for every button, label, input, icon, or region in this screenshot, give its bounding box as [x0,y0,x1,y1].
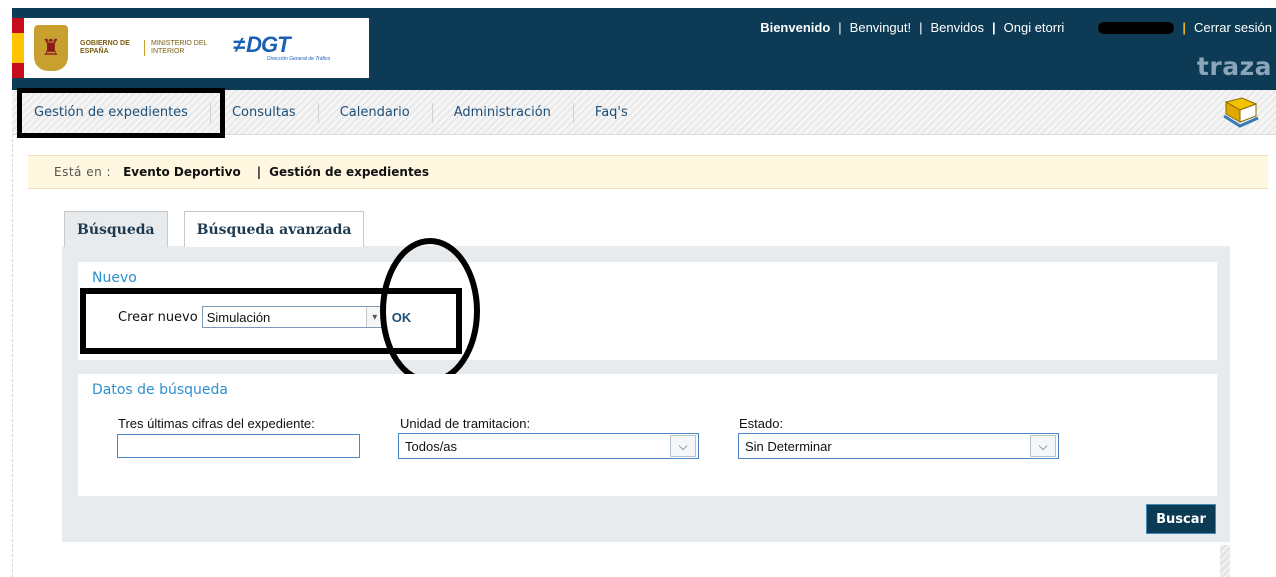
main-nav: Gestión de expedientes Consultas Calenda… [12,90,1276,135]
breadcrumb-evento-deportivo[interactable]: Evento Deportivo [123,165,241,179]
expediente-label: Tres últimas cifras del expediente: [118,416,315,431]
greeting-catalan: Benvingut! [849,20,912,35]
dgt-subtitle: Dirección General de Tráfico [267,56,331,62]
nav-calendario[interactable]: Calendario [317,102,432,123]
estado-label: Estado: [739,416,784,431]
breadcrumb-separator: | [256,165,262,179]
buscar-button[interactable]: Buscar [1146,504,1216,534]
unidad-selected: Todos/as [405,438,458,454]
expediente-input[interactable] [117,434,360,458]
coat-of-arms-icon: ♜ [34,25,68,71]
crear-nuevo-row: Crear nuevo Simulación ▾ OK [118,306,411,328]
breadcrumb: Está en : Evento Deportivo | Gestión de … [28,155,1268,189]
dgt-logo-text: DGT [246,32,290,57]
ministry-label: MINISTERIO DEL INTERIOR [144,40,221,56]
spain-flag [12,18,24,78]
estado-select[interactable]: Sin Determinar ⌵ [738,433,1059,459]
crear-nuevo-label: Crear nuevo [118,309,198,325]
nav-gestion-expedientes[interactable]: Gestión de expedientes [12,105,210,120]
nav-consultas[interactable]: Consultas [209,102,318,123]
government-label: GOBIERNO DE ESPAÑA [80,40,130,55]
logo-area: ♜ GOBIERNO DE ESPAÑA MINISTERIO DEL INTE… [12,18,369,78]
tab-busqueda[interactable]: Búsqueda [64,211,168,247]
breadcrumb-gestion-expedientes: Gestión de expedientes [269,165,429,179]
estado-selected: Sin Determinar [745,438,832,454]
chevron-down-icon[interactable]: ⌵ [670,435,696,457]
breadcrumb-label: Está en : [54,165,112,179]
unidad-select[interactable]: Todos/as ⌵ [398,433,699,459]
ok-button[interactable]: OK [392,310,412,325]
tab-busqueda-avanzada[interactable]: Búsqueda avanzada [183,211,365,247]
brand-logo: traza [1196,52,1272,81]
nuevo-section: Nuevo Crear nuevo Simulación ▾ OK [78,262,1217,360]
datos-busqueda-section: Datos de búsqueda Tres últimas cifras de… [78,374,1217,496]
chevron-down-icon[interactable]: ▾ [365,307,383,327]
crear-nuevo-selected: Simulación [206,309,271,325]
welcome-text: Bienvenido [760,20,831,35]
greeting-basque: Ongi etorri [1003,20,1065,35]
header-bar: ♜ GOBIERNO DE ESPAÑA MINISTERIO DEL INTE… [12,8,1276,90]
logout-link[interactable]: Cerrar sesión [1194,20,1272,35]
nav-faqs[interactable]: Faq's [572,102,650,123]
datos-title: Datos de búsqueda [92,382,229,398]
unidad-label: Unidad de tramitacion: [400,416,531,431]
chevron-down-icon[interactable]: ⌵ [1030,435,1056,457]
crear-nuevo-select[interactable]: Simulación ▾ [201,306,384,328]
nuevo-title: Nuevo [92,270,137,286]
redacted-username [1098,21,1175,34]
nav-administracion[interactable]: Administración [431,102,573,123]
dgt-logo: ≠DGT Dirección General de Tráfico [233,32,331,63]
greeting-galician: Benvidos [930,20,984,35]
search-tabs: Búsqueda Búsqueda avanzada [64,211,380,247]
book-help-icon[interactable] [1220,96,1260,128]
dgt-bars-icon: ≠ [233,32,245,57]
top-links: Bienvenido | Benvingut! | Benvidos | Ong… [760,20,1272,35]
